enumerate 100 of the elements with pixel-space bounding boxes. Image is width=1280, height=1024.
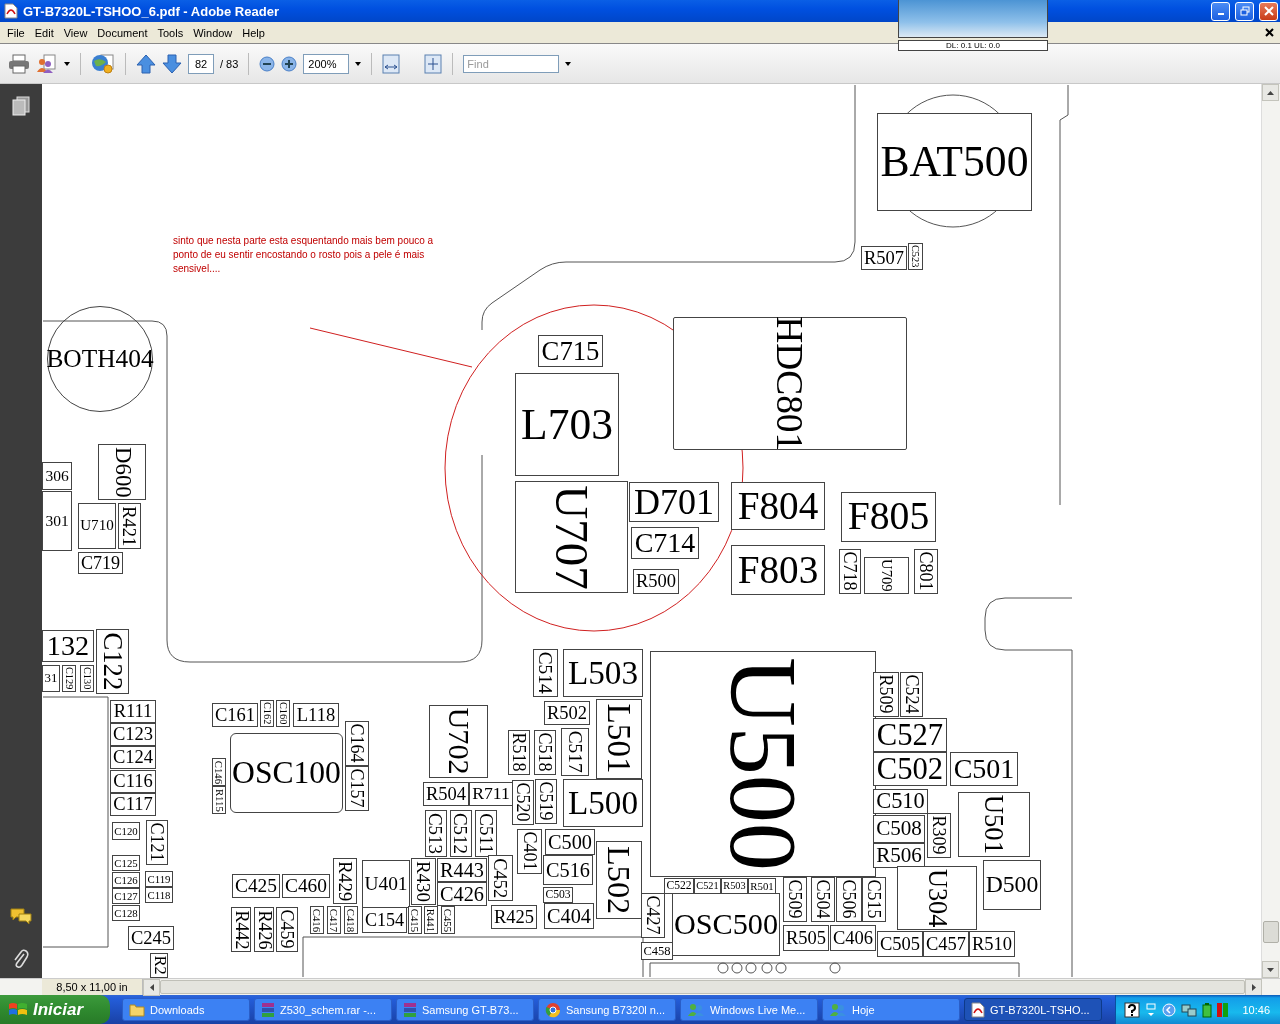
component-label: D701 (629, 482, 719, 522)
menu-item[interactable]: File (2, 24, 30, 41)
component-label: C715 (538, 335, 603, 367)
component-label: C125 (112, 855, 140, 871)
component-label: C502 (873, 752, 947, 786)
component-label: U707 (515, 481, 628, 593)
component-label: R111 (110, 700, 156, 723)
component-label: 132 (42, 630, 94, 662)
chevron-icon[interactable] (1162, 1002, 1177, 1017)
component-label: U304 (897, 866, 977, 930)
component-label: R430 (411, 858, 436, 905)
component-label: R309 (927, 813, 951, 858)
people-icon[interactable] (36, 53, 58, 74)
taskbar-button[interactable]: Windows Live Me... (680, 998, 818, 1021)
scroll-up-button[interactable] (1262, 84, 1279, 101)
caret-icon[interactable] (565, 61, 572, 66)
print-icon[interactable] (8, 53, 30, 74)
component-label: C516 (543, 855, 593, 885)
menu-item[interactable]: Tools (152, 24, 189, 41)
down-arrow-icon[interactable] (162, 53, 182, 74)
fit-page-icon[interactable] (424, 53, 443, 74)
component-label: C513 (425, 810, 447, 857)
menu-item[interactable]: Help (237, 24, 270, 41)
network-reading: DL: 0.1 UL: 0.0 (898, 40, 1048, 51)
close-button[interactable] (1259, 1, 1278, 21)
help-icon[interactable] (1124, 1001, 1141, 1018)
close-icon[interactable] (1265, 28, 1274, 37)
window-title: GT-B7320L-TSHOO_6.pdf - Adobe Reader (23, 3, 280, 19)
people-icon (687, 1002, 705, 1017)
network-icon[interactable] (1181, 1001, 1198, 1018)
find-field[interactable]: Find (463, 54, 560, 73)
component-label: R426 (254, 907, 274, 952)
restore-button[interactable] (1235, 1, 1254, 21)
pages-icon[interactable] (12, 96, 30, 116)
page-number-field[interactable]: 82 (188, 53, 214, 74)
menu-item[interactable]: Window (188, 24, 238, 41)
taskbar-button[interactable]: GT-B7320L-TSHO... (964, 998, 1102, 1021)
caret-icon[interactable] (64, 61, 70, 66)
component-label: OSC100 (230, 733, 343, 813)
component-label: R421 (118, 503, 141, 549)
scroll-thumb[interactable] (1263, 921, 1279, 943)
up-arrow-icon[interactable] (136, 53, 156, 74)
component-label: R501 (748, 878, 776, 894)
taskbar-button[interactable]: Z530_schem.rar -... (254, 998, 392, 1021)
component-label: C119 (145, 871, 173, 887)
globe-gear-icon[interactable] (91, 52, 115, 75)
fit-width-icon[interactable] (382, 53, 401, 74)
zoom-field[interactable]: 200% (303, 53, 350, 74)
component-label: U702 (429, 705, 488, 778)
down-arrow-icon (1267, 967, 1274, 972)
comments-icon[interactable] (10, 908, 32, 924)
component-label: F805 (841, 492, 936, 542)
caret-icon[interactable] (355, 61, 362, 66)
pdf-document-icon (4, 3, 18, 19)
scroll-thumb[interactable] (160, 980, 1245, 994)
taskbar-button[interactable]: Samsung GT-B73... (396, 998, 534, 1021)
left-arrow-icon (149, 984, 154, 991)
menu-item[interactable]: Edit (29, 24, 59, 41)
component-label: C124 (110, 746, 156, 769)
component-label: C160 (276, 700, 290, 727)
component-label: R510 (969, 931, 1015, 957)
component-label: C418 (344, 906, 358, 934)
component-label: C427 (641, 893, 665, 938)
component-label: C127 (112, 888, 140, 904)
component-label: C515 (862, 877, 886, 922)
taskbar-button[interactable]: Downloads (122, 998, 250, 1021)
menu-item[interactable]: View (58, 24, 93, 41)
scroll-left-button[interactable] (143, 979, 160, 996)
component-label: C118 (145, 887, 173, 903)
menu-item[interactable]: Document (92, 24, 153, 41)
minimize-icon (1217, 13, 1224, 15)
zoom-out-icon[interactable] (259, 55, 276, 72)
component-label: C508 (873, 815, 925, 843)
paperclip-icon[interactable] (13, 948, 29, 970)
component-label: C523 (908, 243, 923, 270)
component-label: D600 (98, 444, 146, 500)
component-label: C500 (545, 829, 595, 855)
archive-icon (261, 1001, 275, 1018)
component-label: U500 (650, 651, 876, 877)
component-label: C459 (276, 907, 298, 952)
taskbar-button[interactable]: Hoje (822, 998, 960, 1021)
component-label: C121 (146, 820, 168, 865)
start-button[interactable]: Iniciar (0, 995, 110, 1024)
taskbar-button[interactable]: Sansung B7320l n... (538, 998, 676, 1021)
component-label: L503 (563, 649, 643, 697)
people-icon (829, 1002, 847, 1017)
component-label: U710 (78, 503, 116, 549)
component-label: R443 (437, 858, 487, 882)
battery-icon[interactable] (1202, 1001, 1213, 1018)
minimize-button[interactable] (1211, 1, 1230, 21)
component-label: C404 (544, 903, 594, 929)
component-label: C514 (533, 649, 558, 697)
zoom-in-icon[interactable] (281, 55, 298, 72)
component-label: C122 (96, 629, 129, 694)
scroll-down-button[interactable] (1262, 961, 1279, 978)
component-label: R506 (873, 843, 925, 868)
component-label: C512 (450, 810, 472, 857)
component-label: R425 (491, 905, 537, 929)
component-label: BAT500 (877, 113, 1032, 211)
right-arrow-icon (1251, 984, 1256, 991)
